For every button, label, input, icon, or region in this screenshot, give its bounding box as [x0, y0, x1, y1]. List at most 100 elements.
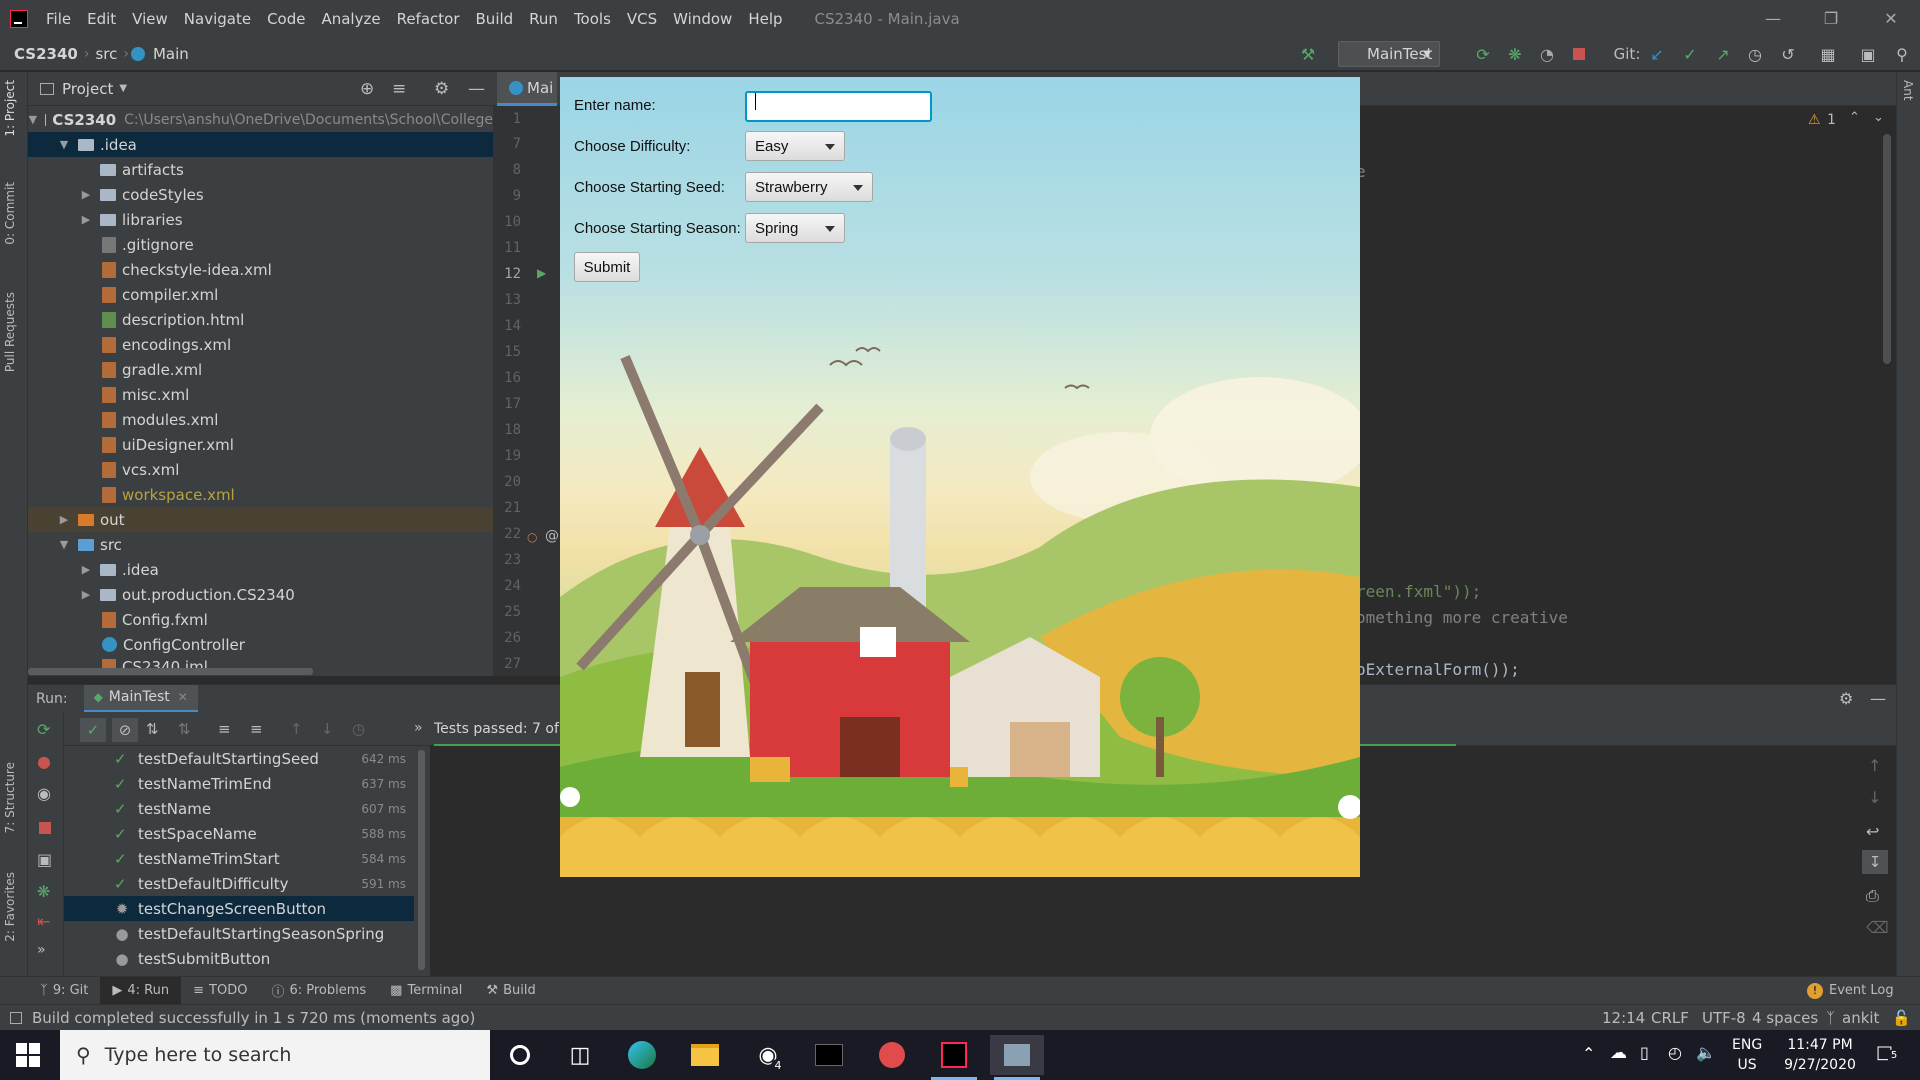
rollback-icon[interactable]: ↺ — [1778, 44, 1798, 64]
collapse-all-icon[interactable]: ≡ — [250, 720, 263, 738]
history-icon[interactable]: ◷ — [1745, 44, 1765, 64]
collapse-all-icon[interactable]: ≡ — [392, 79, 406, 99]
vertical-scrollbar[interactable] — [418, 750, 425, 970]
presentation-icon[interactable]: ▣ — [1858, 44, 1878, 64]
taskbar-search[interactable]: ⚲ Type here to search — [60, 1030, 490, 1080]
tree-item[interactable]: ▶ libraries — [28, 207, 493, 232]
tab-favorites[interactable]: 2: Favorites — [3, 872, 17, 942]
tab-ant[interactable]: Ant — [1901, 80, 1915, 101]
java-app-taskbar-icon[interactable] — [990, 1035, 1044, 1080]
test-history-icon[interactable]: ◷ — [352, 720, 365, 738]
tab-todo[interactable]: ≡ TODO — [181, 977, 259, 1005]
tab-structure[interactable]: 7: Structure — [3, 762, 17, 833]
tree-item[interactable]: ▶ .idea — [28, 557, 493, 582]
cortana-icon[interactable] — [493, 1035, 547, 1075]
volume-icon[interactable]: 🔈 — [1696, 1043, 1716, 1062]
tree-item[interactable]: workspace.xml — [28, 482, 493, 507]
intellij-taskbar-icon[interactable] — [927, 1035, 981, 1080]
git-push-icon[interactable]: ↗ — [1713, 44, 1733, 64]
run-config-dropdown[interactable]: MainTest ▼ — [1338, 41, 1440, 67]
menu-window[interactable]: Window — [665, 10, 740, 28]
difficulty-combobox[interactable]: Easy — [745, 131, 845, 161]
submit-button[interactable]: Submit — [574, 252, 640, 282]
menu-view[interactable]: View — [124, 10, 176, 28]
edge-icon[interactable] — [615, 1035, 669, 1075]
tab-main-test[interactable]: ◆ MainTest ✕ — [83, 684, 198, 713]
indent-setting[interactable]: 4 spaces — [1752, 1009, 1818, 1027]
test-row[interactable]: ✹ testChangeScreenButton — [64, 896, 414, 921]
menu-analyze[interactable]: Analyze — [313, 10, 388, 28]
restore-icon[interactable]: ❐ — [1802, 0, 1860, 37]
chevron-up-icon[interactable]: ⌃ — [1582, 1044, 1595, 1063]
line-separator[interactable]: CRLF — [1651, 1009, 1689, 1027]
seed-combobox[interactable]: Strawberry — [745, 172, 873, 202]
tree-item[interactable]: uiDesigner.xml — [28, 432, 493, 457]
tab-problems[interactable]: ⓘ 6: Problems — [259, 977, 378, 1005]
tree-item[interactable]: Config.fxml — [28, 607, 493, 632]
lock-icon[interactable]: 🔓 — [1892, 1009, 1911, 1027]
menu-navigate[interactable]: Navigate — [176, 10, 259, 28]
test-row[interactable]: ✓ testDefaultDifficulty 591 ms — [64, 871, 414, 896]
season-combobox[interactable]: Spring — [745, 213, 845, 243]
tree-item[interactable]: ▶ out — [28, 507, 493, 532]
previous-test-icon[interactable]: ↑ — [290, 720, 303, 738]
gear-icon[interactable]: ⚙ — [1839, 689, 1853, 708]
event-log-button[interactable]: ! Event Log — [1795, 977, 1906, 1005]
next-test-icon[interactable]: ↓ — [321, 720, 334, 738]
tree-item[interactable]: ▼ src — [28, 532, 493, 557]
test-row[interactable]: ● testSubmitButton — [64, 946, 414, 971]
tree-item[interactable]: ▶ out.production.CS2340 — [28, 582, 493, 607]
rerun-icon[interactable]: ⟳ — [1473, 44, 1493, 64]
tree-item[interactable]: compiler.xml — [28, 282, 493, 307]
test-row[interactable]: ✓ testNameTrimStart 584 ms — [64, 846, 414, 871]
minimize-icon[interactable]: — — [1744, 0, 1802, 37]
menu-help[interactable]: Help — [740, 10, 790, 28]
tree-item[interactable]: encodings.xml — [28, 332, 493, 357]
more-icon[interactable]: » — [414, 720, 423, 736]
hide-panel-icon[interactable]: — — [1870, 689, 1886, 708]
debug-icon[interactable]: ❋ — [37, 882, 50, 901]
windows-start-icon[interactable] — [16, 1043, 40, 1067]
terminal-app-icon[interactable] — [802, 1035, 856, 1075]
debug-icon[interactable]: ❋ — [1505, 44, 1525, 64]
toggle-tool-windows-icon[interactable] — [10, 1011, 22, 1024]
tab-git[interactable]: ᛉ 9: Git — [28, 977, 100, 1005]
build-hammer-icon[interactable]: ⚒ — [1298, 44, 1318, 64]
rerun-icon[interactable]: ⟳ — [37, 720, 50, 739]
override-gutter-icon[interactable]: ○ — [527, 530, 537, 544]
warning-icon[interactable]: ⚠ — [1808, 112, 1821, 128]
onedrive-icon[interactable]: ☁ — [1610, 1043, 1627, 1063]
test-row[interactable]: ✓ testName 607 ms — [64, 796, 414, 821]
chevron-down-icon[interactable]: ▼ — [119, 83, 127, 94]
menu-vcs[interactable]: VCS — [619, 10, 665, 28]
breadcrumb-main[interactable]: Main — [149, 45, 193, 63]
tree-item[interactable]: ▼ .idea — [28, 132, 493, 157]
stop-icon[interactable] — [39, 822, 51, 834]
soft-wrap-icon[interactable]: ↩ — [1866, 822, 1879, 841]
obs-icon[interactable]: ◉ 4 — [741, 1035, 795, 1075]
scroll-down-icon[interactable]: ↓ — [1868, 788, 1881, 807]
sort-duration-icon[interactable]: ⇅ — [178, 720, 191, 738]
name-input[interactable] — [745, 91, 932, 122]
snipping-tool-icon[interactable] — [865, 1035, 919, 1075]
toggle-auto-test-icon[interactable]: ◉ — [37, 784, 51, 803]
battery-icon[interactable]: ▯ — [1640, 1043, 1649, 1062]
tree-item[interactable]: ConfigController — [28, 632, 493, 657]
show-passed-icon[interactable]: ✓ — [80, 718, 106, 742]
menu-edit[interactable]: Edit — [79, 10, 124, 28]
locate-icon[interactable]: ⊕ — [360, 79, 374, 99]
chevron-up-icon[interactable]: ⌃ — [1849, 110, 1860, 125]
print-icon[interactable]: ⎙ — [1866, 886, 1879, 906]
search-everywhere-icon[interactable]: ⚲ — [1892, 44, 1912, 64]
run-gutter-icon[interactable]: ▶ — [537, 266, 546, 280]
hide-panel-icon[interactable]: — — [468, 79, 485, 99]
scroll-to-end-icon[interactable]: ↧ — [1862, 850, 1888, 874]
tab-commit[interactable]: 0: Commit — [3, 182, 17, 245]
show-ignored-icon[interactable]: ⊘ — [112, 718, 138, 742]
test-row[interactable]: ✓ testDefaultStartingSeed 642 ms — [64, 746, 414, 771]
project-panel-title[interactable]: Project — [62, 80, 113, 98]
horizontal-scrollbar[interactable] — [28, 668, 313, 675]
wifi-icon[interactable]: ◴ — [1668, 1043, 1682, 1062]
sort-alpha-icon[interactable]: ⇅ — [146, 720, 159, 738]
clear-icon[interactable]: ⌫ — [1866, 918, 1889, 937]
